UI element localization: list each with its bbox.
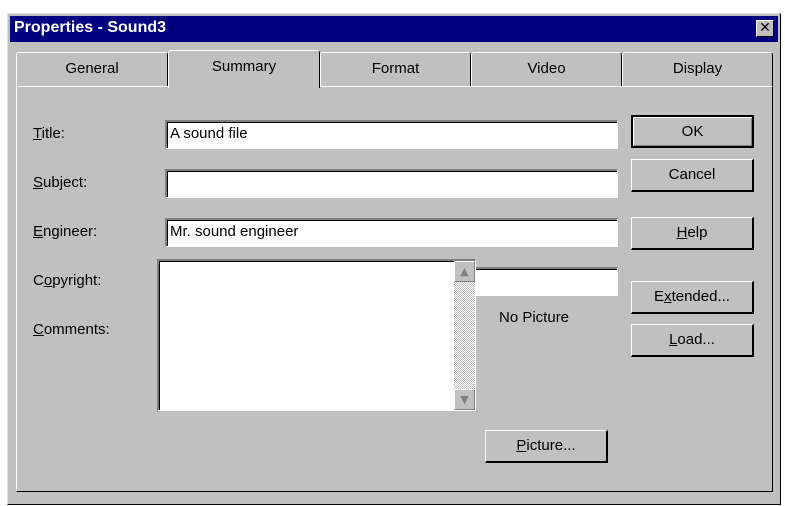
comments-label: Comments: <box>33 321 110 338</box>
comments-scrollbar[interactable]: ▲ ▼ <box>454 261 475 410</box>
cancel-button[interactable]: Cancel <box>631 159 754 192</box>
copyright-label: Copyright: <box>33 272 102 289</box>
load-button[interactable]: Load... <box>631 324 754 357</box>
title-field[interactable]: A sound file <box>165 120 618 149</box>
tab-label: Summary <box>211 58 277 75</box>
subject-label: Subject: <box>33 174 88 191</box>
help-button[interactable]: Help <box>631 217 754 250</box>
close-button[interactable]: ✕ <box>756 20 774 37</box>
tab-label: General <box>65 60 119 77</box>
subject-field[interactable] <box>165 169 618 198</box>
engineer-label: Engineer: <box>33 223 98 240</box>
scroll-down-button[interactable]: ▼ <box>454 389 475 410</box>
window-title: Properties - Sound3 <box>14 19 167 36</box>
tab-summary[interactable]: Summary <box>168 50 320 88</box>
comments-textarea[interactable]: ▲ ▼ <box>157 259 476 411</box>
scroll-up-button[interactable]: ▲ <box>454 261 475 282</box>
title-label: Title: <box>33 125 65 142</box>
close-icon: ✕ <box>759 20 771 36</box>
no-picture-text: No Picture <box>499 309 570 326</box>
tab-general[interactable]: General <box>16 52 168 86</box>
picture-button[interactable]: Picture... <box>485 430 608 463</box>
tab-label: Display <box>672 60 723 77</box>
tab-display[interactable]: Display <box>622 52 773 86</box>
tab-format[interactable]: Format <box>320 52 471 86</box>
properties-dialog: Properties - Sound3 ✕ General Summary Fo… <box>7 13 781 505</box>
extended-button[interactable]: Extended... <box>631 281 754 314</box>
down-arrow-icon: ▼ <box>460 393 469 406</box>
engineer-field[interactable]: Mr. sound engineer <box>165 218 618 247</box>
tab-video[interactable]: Video <box>471 52 622 86</box>
tab-label: Video <box>527 60 566 77</box>
ok-button[interactable]: OK <box>631 115 754 148</box>
tab-label: Format <box>371 60 420 77</box>
up-arrow-icon: ▲ <box>460 265 469 278</box>
title-bar[interactable]: Properties - Sound3 ✕ <box>10 16 778 42</box>
